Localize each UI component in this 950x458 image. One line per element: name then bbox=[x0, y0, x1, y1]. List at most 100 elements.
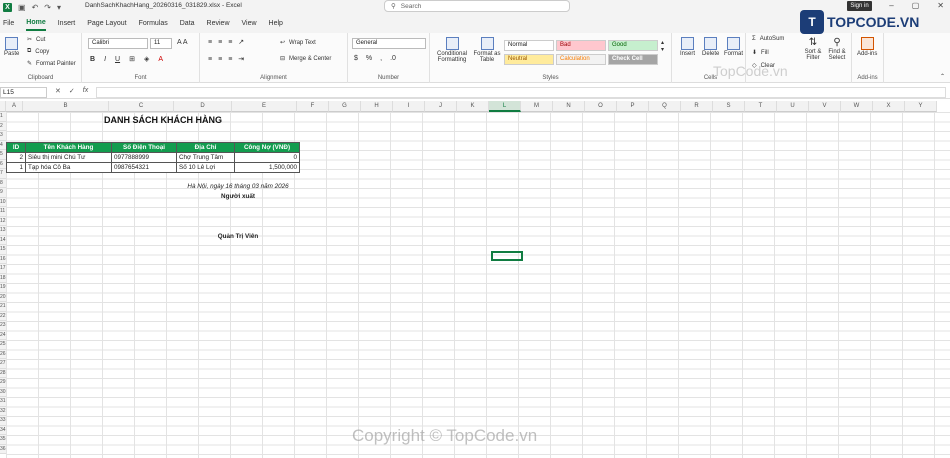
italic-icon[interactable]: I bbox=[104, 56, 106, 63]
column-header[interactable]: Q bbox=[649, 101, 681, 112]
style-bad[interactable]: Bad bbox=[556, 40, 606, 51]
cell-address[interactable]: Chợ Trung Tâm bbox=[176, 152, 235, 163]
cell-name[interactable]: Tạp hóa Cô Ba bbox=[25, 162, 112, 173]
column-header[interactable]: M bbox=[521, 101, 553, 112]
wrap-text-button[interactable]: ↩ Wrap Text bbox=[280, 39, 316, 47]
conditional-formatting-button[interactable]: Conditional Formatting bbox=[434, 37, 470, 63]
cell-phone[interactable]: 0977888999 bbox=[111, 152, 177, 163]
tab-file[interactable]: File bbox=[3, 17, 14, 30]
style-calculation[interactable]: Calculation bbox=[556, 54, 606, 65]
tab-page-layout[interactable]: Page Layout bbox=[87, 17, 126, 30]
align-center-icon[interactable]: ≡ bbox=[218, 56, 222, 63]
column-header[interactable]: C bbox=[109, 101, 174, 112]
delete-cells-button[interactable]: Delete bbox=[702, 37, 719, 57]
percent-icon[interactable]: % bbox=[366, 55, 372, 62]
header-id[interactable]: ID bbox=[6, 142, 26, 153]
select-all-corner[interactable] bbox=[0, 101, 6, 112]
header-debt[interactable]: Công Nợ (VNĐ) bbox=[234, 142, 300, 153]
sort-filter-button[interactable]: ⇅ Sort & Filter bbox=[803, 37, 823, 61]
search-box[interactable]: ⚲ Search bbox=[384, 0, 570, 12]
style-check-cell[interactable]: Check Cell bbox=[608, 54, 658, 65]
column-header[interactable]: V bbox=[809, 101, 841, 112]
column-header[interactable]: W bbox=[841, 101, 873, 112]
tab-insert[interactable]: Insert bbox=[58, 17, 76, 30]
column-header[interactable]: N bbox=[553, 101, 585, 112]
autosum-button[interactable]: Σ AutoSum bbox=[752, 36, 784, 42]
maximize-icon[interactable]: ▢ bbox=[912, 1, 920, 10]
font-grow-icon[interactable]: A A bbox=[177, 39, 188, 46]
column-header[interactable]: Y bbox=[905, 101, 937, 112]
fill-color-icon[interactable]: ◈ bbox=[144, 55, 149, 63]
header-phone[interactable]: Số Điện Thoại bbox=[111, 142, 177, 153]
cancel-icon[interactable]: ✕ bbox=[55, 87, 61, 95]
header-address[interactable]: Địa Chỉ bbox=[176, 142, 235, 153]
style-normal[interactable]: Normal bbox=[504, 40, 554, 51]
copy-button[interactable]: ⧉ Copy bbox=[27, 48, 49, 55]
align-top-icon[interactable]: ≡ bbox=[208, 39, 212, 46]
cell-id[interactable]: 1 bbox=[6, 162, 26, 173]
find-select-button[interactable]: ⚲ Find & Select bbox=[826, 37, 848, 61]
header-name[interactable]: Tên Khách Hàng bbox=[25, 142, 112, 153]
tab-help[interactable]: Help bbox=[269, 17, 283, 30]
name-box[interactable]: L15 bbox=[0, 87, 47, 98]
column-header[interactable]: L bbox=[489, 101, 521, 112]
decimal-icon[interactable]: .0 bbox=[390, 55, 396, 62]
align-right-icon[interactable]: ≡ bbox=[228, 56, 232, 63]
collapse-ribbon-icon[interactable]: ⌃ bbox=[940, 73, 945, 80]
column-header[interactable]: B bbox=[23, 101, 109, 112]
tab-formulas[interactable]: Formulas bbox=[139, 17, 168, 30]
undo-icon[interactable]: ↶ bbox=[32, 3, 39, 12]
cell-name[interactable]: Siêu thị mini Chú Tư bbox=[25, 152, 112, 163]
orientation-icon[interactable]: ↗ bbox=[238, 38, 244, 46]
redo-icon[interactable]: ↷ bbox=[44, 3, 51, 12]
column-header[interactable]: I bbox=[393, 101, 425, 112]
underline-icon[interactable]: U bbox=[115, 56, 120, 63]
tab-home[interactable]: Home bbox=[26, 16, 46, 31]
cut-button[interactable]: ✂ Cut bbox=[27, 36, 45, 44]
merge-center-button[interactable]: ⊟ Merge & Center bbox=[280, 55, 331, 63]
fill-button[interactable]: ⬇ Fill bbox=[752, 49, 769, 57]
format-as-table-button[interactable]: Format as Table bbox=[472, 37, 502, 63]
font-size-select[interactable]: 11 bbox=[150, 38, 172, 49]
font-color-icon[interactable]: A bbox=[158, 56, 163, 63]
tab-view[interactable]: View bbox=[242, 17, 257, 30]
close-icon[interactable]: ✕ bbox=[937, 1, 944, 10]
cell-debt[interactable]: 1,500,000 bbox=[234, 162, 300, 173]
style-good[interactable]: Good bbox=[608, 40, 658, 51]
column-header[interactable]: O bbox=[585, 101, 617, 112]
formula-input[interactable] bbox=[96, 87, 946, 98]
selected-cell[interactable] bbox=[491, 251, 523, 261]
styles-scroll[interactable]: ▴ ▾ bbox=[661, 39, 664, 53]
column-header[interactable]: P bbox=[617, 101, 649, 112]
tab-data[interactable]: Data bbox=[180, 17, 195, 30]
enter-icon[interactable]: ✓ bbox=[69, 87, 75, 95]
cell-phone[interactable]: 0987654321 bbox=[111, 162, 177, 173]
column-header[interactable]: R bbox=[681, 101, 713, 112]
border-icon[interactable]: ⊞ bbox=[129, 55, 135, 63]
style-neutral[interactable]: Neutral bbox=[504, 54, 554, 65]
number-format-select[interactable]: General bbox=[352, 38, 426, 49]
align-middle-icon[interactable]: ≡ bbox=[218, 39, 222, 46]
column-header[interactable]: F bbox=[297, 101, 329, 112]
tab-review[interactable]: Review bbox=[207, 17, 230, 30]
minimize-icon[interactable]: – bbox=[889, 1, 893, 10]
column-header[interactable]: K bbox=[457, 101, 489, 112]
comma-icon[interactable]: , bbox=[380, 55, 382, 62]
currency-icon[interactable]: $ bbox=[354, 55, 358, 62]
align-left-icon[interactable]: ≡ bbox=[208, 56, 212, 63]
save-icon[interactable]: ▣ bbox=[18, 3, 26, 12]
bold-icon[interactable]: B bbox=[90, 56, 95, 63]
column-header[interactable]: J bbox=[425, 101, 457, 112]
font-name-select[interactable]: Calibri bbox=[88, 38, 148, 49]
column-header[interactable]: G bbox=[329, 101, 361, 112]
addins-button[interactable]: Add-ins bbox=[857, 37, 877, 57]
column-header[interactable]: D bbox=[174, 101, 232, 112]
customize-icon[interactable]: ▾ bbox=[57, 3, 61, 12]
format-painter-button[interactable]: ✎ Format Painter bbox=[27, 60, 76, 68]
cell-address[interactable]: Số 10 Lê Lợi bbox=[176, 162, 235, 173]
align-bottom-icon[interactable]: ≡ bbox=[228, 39, 232, 46]
cell-debt[interactable]: 0 bbox=[234, 152, 300, 163]
insert-cells-button[interactable]: Insert bbox=[680, 37, 695, 57]
column-header[interactable]: T bbox=[745, 101, 777, 112]
column-header[interactable]: H bbox=[361, 101, 393, 112]
